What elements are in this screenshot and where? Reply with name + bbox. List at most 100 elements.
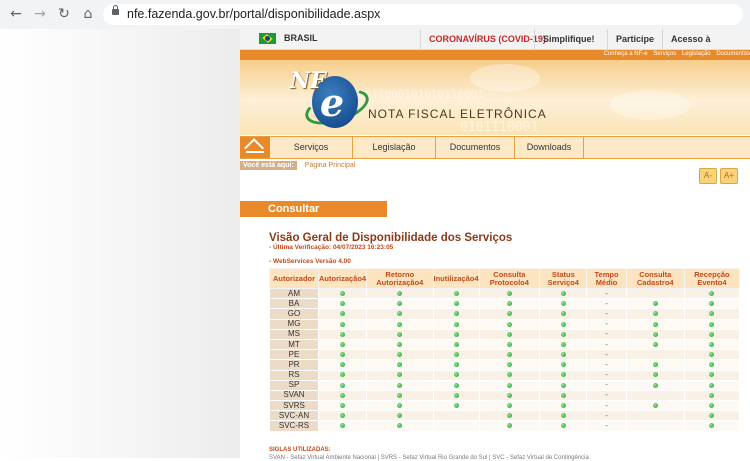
column-header: Autorizador [269, 268, 319, 289]
gov-country-link[interactable]: BRASIL [284, 33, 318, 43]
status-cell [317, 389, 368, 402]
table-row: GO - [269, 308, 741, 320]
status-cell [683, 410, 741, 422]
status-online-icon [397, 423, 403, 429]
tempo-medio-value: - [605, 359, 608, 369]
gov-link-covid[interactable]: CORONAVÍRUS (COVID-19) [420, 29, 546, 49]
status-online-icon [709, 392, 715, 398]
nfe-logo[interactable]: e NF [278, 64, 378, 132]
status-cell [432, 349, 480, 361]
column-header: Consulta Protocolo4 [478, 268, 541, 289]
status-online-icon [397, 301, 403, 307]
tempo-medio-value: - [605, 400, 608, 410]
binary-decoration: 0101110001 [460, 120, 539, 135]
status-online-icon [560, 352, 566, 358]
status-online-icon [340, 403, 346, 409]
status-online-icon [340, 321, 346, 327]
nav-item-downloads[interactable]: Downloads [515, 137, 584, 158]
back-arrow-icon[interactable]: ← [8, 6, 24, 22]
status-cell [625, 359, 685, 371]
breadcrumb-link-home[interactable]: Página Principal [305, 162, 356, 169]
tempo-medio-value: - [605, 421, 608, 431]
siglas-text: SVAN - Sefaz Virtual Ambiente Nacional |… [269, 455, 589, 461]
status-cell: - [586, 369, 627, 381]
top-link-servicos[interactable]: Serviços [653, 51, 676, 57]
status-online-icon [560, 382, 566, 388]
status-cell [683, 298, 741, 310]
status-online-icon [397, 331, 403, 337]
nav-item-documentos[interactable]: Documentos [436, 137, 515, 158]
top-link-conheca[interactable]: Conheça a NF-e [604, 51, 648, 57]
status-online-icon [453, 311, 459, 317]
status-cell [432, 369, 480, 381]
status-online-icon [453, 331, 459, 337]
status-cell [317, 328, 368, 340]
status-cell: - [586, 298, 627, 310]
status-cell: - [586, 410, 627, 422]
status-online-icon [560, 341, 566, 347]
nav-item-servicos[interactable]: Serviços [270, 137, 353, 158]
status-online-icon [340, 382, 346, 388]
url-text[interactable]: nfe.fazenda.gov.br/portal/disponibilidad… [127, 7, 380, 21]
status-online-icon [560, 331, 566, 337]
status-cell [625, 420, 685, 432]
status-online-icon [506, 331, 512, 337]
gov-link-participe[interactable]: Participe [607, 29, 654, 49]
tempo-medio-value: - [605, 329, 608, 339]
autorizador-cell: SVAN [269, 389, 319, 402]
reload-icon[interactable]: ↻ [56, 6, 72, 22]
status-online-icon [340, 301, 346, 307]
status-cell [366, 308, 434, 320]
top-link-documentos[interactable]: Documentos [716, 51, 750, 57]
status-online-icon [506, 321, 512, 327]
status-online-icon [709, 301, 715, 307]
status-cell [625, 369, 685, 381]
status-cell [625, 298, 685, 310]
top-link-legislacao[interactable]: Legislação [682, 51, 711, 57]
status-cell [625, 379, 685, 391]
status-cell [478, 349, 541, 361]
status-online-icon [709, 362, 715, 368]
status-cell [625, 389, 685, 402]
status-cell [539, 338, 588, 351]
status-cell [317, 298, 368, 310]
status-cell [366, 359, 434, 371]
banner-top-strip: Conheça a NF-e Serviços Legislação Docum… [240, 50, 750, 60]
status-cell [478, 420, 541, 432]
autorizador-cell: MT [269, 338, 319, 351]
address-bar[interactable]: nfe.fazenda.gov.br/portal/disponibilidad… [103, 4, 743, 25]
status-cell [539, 410, 588, 422]
status-online-icon [453, 301, 459, 307]
status-cell [432, 359, 480, 371]
status-cell [478, 308, 541, 320]
autorizador-cell: SVC-RS [269, 420, 319, 432]
table-body: AM - BA - GO - MG - MS - MT - PE - PR - RS - SP - SVAN - SVRS -… [269, 287, 741, 432]
brazil-flag-icon[interactable] [259, 33, 276, 44]
page-heading: Visão Geral de Disponibilidade dos Servi… [269, 232, 513, 244]
government-bar: BRASIL CORONAVÍRUS (COVID-19) Simplifiqu… [240, 29, 750, 64]
status-cell [539, 308, 588, 320]
nav-item-legislacao[interactable]: Legislação [353, 137, 436, 158]
home-icon-base [246, 151, 264, 153]
lock-icon[interactable] [112, 5, 119, 15]
status-online-icon [506, 372, 512, 378]
gov-link-acesso-informacao[interactable]: Acesso à informação [662, 29, 750, 64]
status-cell [478, 359, 541, 371]
column-header: Inutilização4 [432, 268, 480, 289]
font-decrease-button[interactable]: A- [699, 168, 717, 184]
home-button[interactable] [240, 137, 270, 158]
status-online-icon [397, 392, 403, 398]
status-cell [317, 308, 368, 320]
forward-arrow-icon[interactable]: → [32, 6, 48, 22]
font-increase-button[interactable]: A+ [720, 168, 738, 184]
autorizador-cell: MS [269, 328, 319, 340]
status-online-icon [652, 382, 658, 388]
status-cell [539, 389, 588, 402]
status-cell [432, 318, 480, 330]
status-cell: - [586, 308, 627, 320]
tempo-medio-value: - [605, 390, 608, 400]
home-icon[interactable]: ⌂ [80, 6, 96, 22]
gov-link-simplifique[interactable]: Simplifique! [534, 29, 595, 49]
status-online-icon [506, 311, 512, 317]
table-row: BA - [269, 298, 741, 310]
